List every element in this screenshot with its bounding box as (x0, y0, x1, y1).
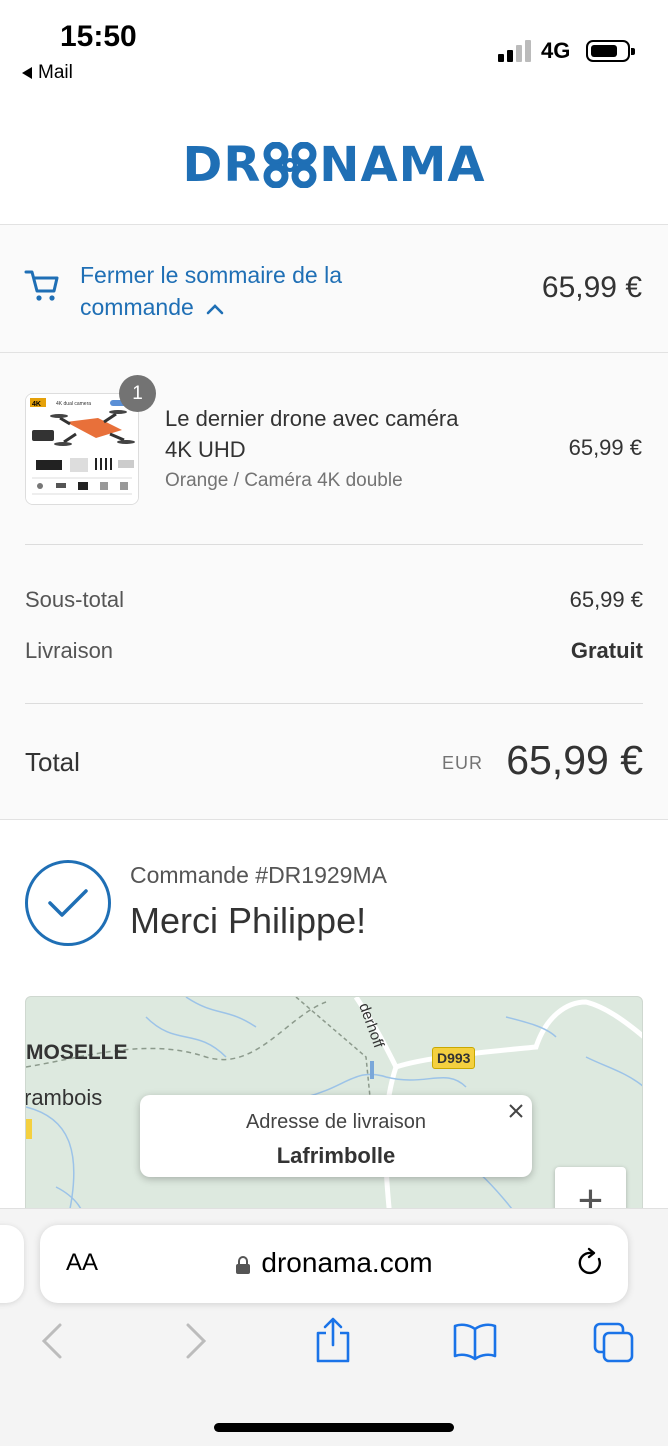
line-item: 4K 4K dual camera 1 Le dernier drone ave… (0, 375, 668, 545)
status-time: 15:50 (60, 20, 137, 53)
total-label: Total (25, 747, 80, 777)
cart-icon (24, 270, 59, 301)
image-badge: 4K (32, 401, 41, 408)
home-indicator (214, 1423, 454, 1432)
share-icon[interactable] (314, 1315, 352, 1365)
order-summary: Fermer le sommaire de la commande 65,99 … (0, 225, 668, 820)
shipping-value: Gratuit (570, 638, 643, 663)
subtotal-row: Sous-total 65,99 € (25, 587, 643, 613)
checkmark-icon (48, 889, 88, 917)
chevron-up-icon (206, 304, 224, 315)
drone-logo-icon (263, 142, 317, 188)
summary-toggle-total: 65,99 € (541, 271, 642, 304)
network-label: 4G (541, 38, 571, 63)
battery-icon (586, 40, 635, 62)
nav-toolbar (0, 1317, 668, 1373)
store-logo[interactable]: DR NAMA (182, 137, 485, 193)
address-bar[interactable]: AA dronama.com (40, 1225, 628, 1303)
total-value: 65,99 € (506, 737, 643, 783)
forward-icon[interactable] (184, 1321, 208, 1361)
shipping-label: Livraison (25, 638, 114, 663)
divider (25, 703, 643, 704)
total-currency: EUR (441, 753, 483, 773)
status-bar: 15:50 Mail 4G (0, 0, 668, 100)
back-arrow-icon (22, 67, 32, 79)
summary-toggle[interactable]: Fermer le sommaire de la commande 65,99 … (0, 225, 668, 353)
map-label-town: rambois (25, 1085, 103, 1110)
close-icon[interactable] (508, 1099, 524, 1125)
previous-tab[interactable] (0, 1225, 24, 1303)
lock-icon (236, 1255, 251, 1274)
product-image: 4K 4K dual camera (26, 394, 138, 504)
store-header: DR NAMA (0, 100, 668, 225)
quantity-badge: 1 (119, 375, 156, 412)
bookmarks-icon[interactable] (452, 1321, 498, 1361)
product-thumbnail: 4K 4K dual camera (25, 393, 139, 505)
back-app-label: Mail (38, 62, 73, 83)
url-display[interactable]: dronama.com (40, 1247, 628, 1279)
map-label-moselle: MOSELLE (26, 1041, 128, 1064)
total-row: Total EUR 65,99 € (25, 737, 643, 787)
browser-toolbar: AA dronama.com (0, 1208, 668, 1446)
back-to-mail-button[interactable]: Mail (22, 62, 73, 84)
shipping-row: Livraison Gratuit (25, 638, 643, 664)
product-variant: Orange / Caméra 4K double (165, 470, 403, 491)
url-text: dronama.com (261, 1247, 433, 1278)
popup-title: Adresse de livraison (245, 1111, 427, 1133)
delivery-address-popup: Adresse de livraison Lafrimbolle (140, 1095, 532, 1177)
reload-icon[interactable] (576, 1247, 606, 1279)
back-icon[interactable] (40, 1321, 64, 1361)
order-number: Commande #DR1929MA (130, 862, 387, 888)
thank-you-heading: Merci Philippe! (130, 900, 367, 941)
product-price: 65,99 € (568, 435, 642, 460)
subtotal-value: 65,99 € (569, 587, 643, 612)
logo-text-left: DR (182, 137, 262, 193)
tabs-icon[interactable] (592, 1321, 636, 1365)
delivery-map[interactable]: MOSELLE rambois derhoff D993 Adresse de … (25, 996, 643, 1226)
summary-toggle-label-wrap[interactable]: Fermer le sommaire de la commande (80, 259, 400, 323)
popup-city: Lafrimbolle (276, 1143, 396, 1168)
logo-text-right: NAMA (319, 137, 486, 193)
image-caption: 4K dual camera (56, 401, 91, 407)
road-label: D993 (432, 1047, 476, 1069)
confirmation-check (25, 860, 111, 946)
product-title: Le dernier drone avec caméra 4K UHD (165, 406, 459, 462)
subtotal-label: Sous-total (25, 587, 125, 612)
signal-icon (498, 40, 531, 62)
divider (25, 544, 643, 545)
